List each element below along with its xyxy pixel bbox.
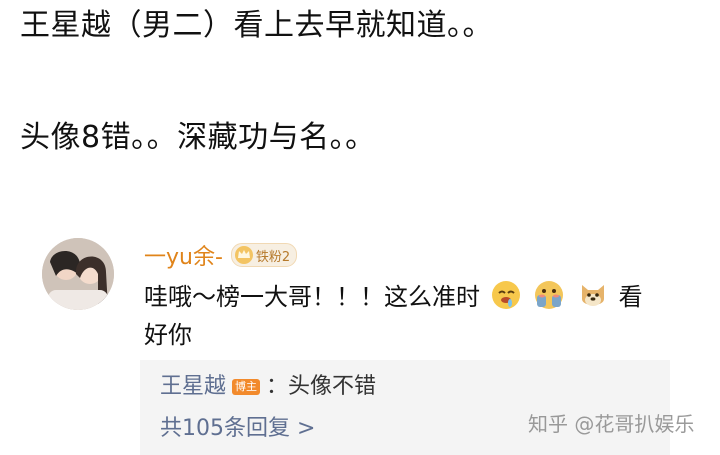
- comment-body: 哇哦～榜一大哥！！！这么准时 看 好你: [144, 278, 654, 354]
- fan-badge[interactable]: 铁粉2: [230, 243, 298, 267]
- crown-icon: [234, 246, 253, 264]
- comment-header: 一yu余- 铁粉2: [144, 238, 298, 272]
- comment-text-line-2: 好你: [144, 321, 192, 349]
- shy-face-icon: [535, 281, 564, 309]
- reply-preview: 王星越 博主 ：头像不错: [160, 372, 376, 402]
- avatar[interactable]: [42, 238, 114, 310]
- fan-badge-label: 铁粉2: [255, 249, 291, 265]
- doge-icon: [581, 285, 604, 306]
- caption-line-1: 王星越（男二）看上去早就知道。。: [20, 8, 493, 43]
- view-replies-link[interactable]: 共105条回复 >: [160, 414, 315, 444]
- comment-username[interactable]: 一yu余-: [144, 239, 223, 271]
- drooling-face-icon: [491, 281, 520, 309]
- caption-line-2: 头像8错。。深藏功与名。。: [20, 120, 376, 155]
- reply-author[interactable]: 王星越: [160, 372, 226, 402]
- host-badge: 博主: [232, 379, 261, 395]
- watermark: 知乎 @花哥扒娱乐: [528, 412, 695, 436]
- comment-text-line-1-tail: 看: [618, 283, 643, 311]
- comment-text-line-1: 哇哦～榜一大哥！！！这么准时: [144, 283, 480, 311]
- reply-text: ：头像不错: [266, 374, 377, 399]
